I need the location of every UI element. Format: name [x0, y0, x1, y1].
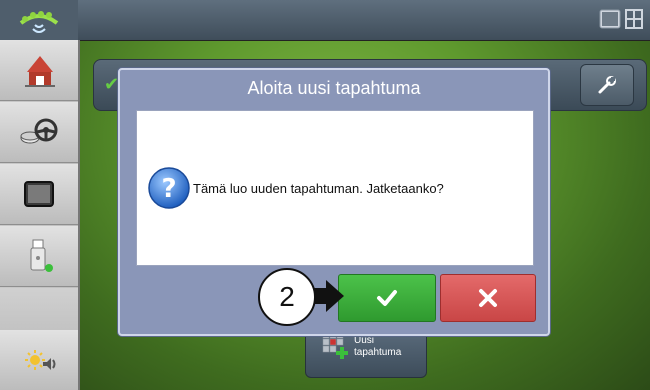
- brightness-volume-icon[interactable]: [0, 330, 78, 390]
- confirm-button[interactable]: [338, 274, 436, 322]
- screen: ✔ Uusi tapahtuma Aloita uusi tapahtuma ?…: [0, 0, 650, 390]
- cancel-button[interactable]: [440, 274, 536, 322]
- question-mark-icon: ?: [148, 167, 190, 209]
- wrench-icon[interactable]: [580, 64, 634, 106]
- row-check-icon: ✔: [104, 74, 120, 94]
- steering-wheel-icon[interactable]: [0, 102, 78, 163]
- map-toggle-icon[interactable]: [598, 6, 646, 34]
- farm-barn-icon[interactable]: [0, 40, 78, 101]
- x-icon: [479, 289, 497, 307]
- callout-number: 2: [258, 268, 316, 326]
- gps-logo-icon[interactable]: [0, 0, 78, 40]
- top-bar: [0, 0, 650, 41]
- new-event-label: Uusi tapahtuma: [354, 335, 402, 358]
- left-sidebar: [0, 40, 80, 390]
- dialog-title: Aloita uusi tapahtuma: [247, 78, 421, 98]
- dialog-body: ? Tämä luo uuden tapahtuman. Jatketaanko…: [136, 110, 534, 266]
- display-monitor-icon[interactable]: [0, 164, 78, 225]
- usb-drive-icon[interactable]: [0, 226, 78, 287]
- dialog-message: Tämä luo uuden tapahtuman. Jatketaanko?: [193, 181, 444, 196]
- svg-text:?: ?: [161, 174, 176, 204]
- checkmark-icon: [377, 290, 397, 306]
